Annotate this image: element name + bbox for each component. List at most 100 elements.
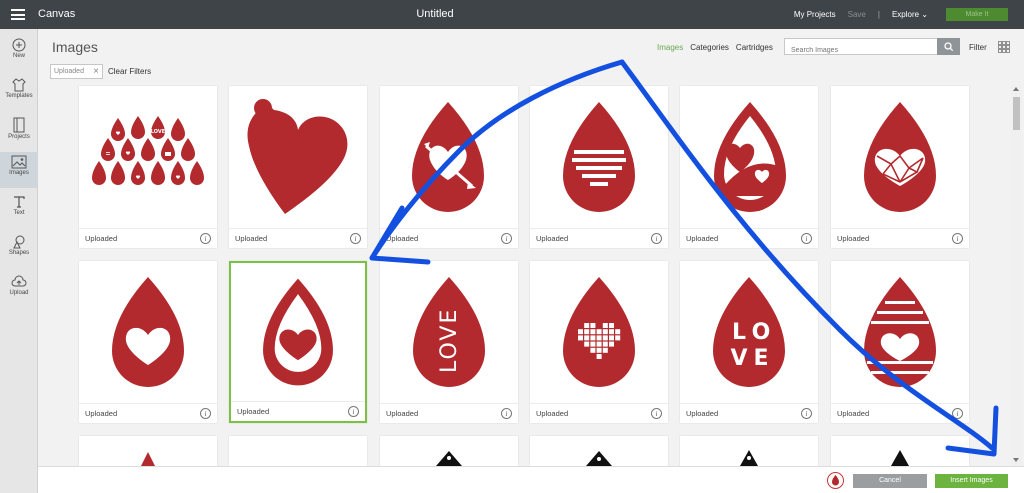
black-tag-partial-image: [586, 451, 612, 466]
teardrop-collage-image: LOVE: [92, 116, 204, 185]
teardrop-mosaic-heart-image: [864, 102, 936, 212]
make-it-button[interactable]: Make It: [946, 8, 1008, 21]
image-card[interactable]: [380, 436, 518, 466]
pixel-square: [584, 323, 590, 328]
sidebar-item-label: Templates: [5, 93, 33, 99]
image-card[interactable]: L O V E Uploaded i: [680, 261, 818, 423]
love-letter-e: E: [753, 346, 768, 371]
info-icon[interactable]: i: [200, 233, 211, 244]
filter-chip-label: Uploaded: [54, 68, 84, 75]
pixel-square: [596, 335, 602, 341]
grid-view-icon[interactable]: [998, 41, 1010, 53]
sidebar-item-label: Text: [13, 210, 25, 216]
image-card[interactable]: [680, 436, 818, 466]
pixel-square: [596, 329, 602, 335]
teardrop-stripes-heart-image: [864, 277, 936, 387]
info-icon[interactable]: i: [651, 408, 662, 419]
image-card[interactable]: Uploaded i: [680, 86, 818, 248]
info-icon[interactable]: i: [801, 408, 812, 419]
image-card[interactable]: Uploaded i: [380, 86, 518, 248]
sidebar-item-images[interactable]: Images: [0, 152, 38, 188]
love-letter-o: O: [752, 320, 771, 345]
pixel-square: [590, 323, 596, 328]
black-tag-partial-image: [891, 450, 909, 466]
search-icon: [944, 42, 954, 52]
tab-cartridges[interactable]: Cartridges: [736, 43, 773, 52]
footer-bar: Cancel Insert Images: [38, 466, 1024, 493]
clear-filters-link[interactable]: Clear Filters: [108, 67, 151, 76]
teardrop-heart-image: [112, 277, 184, 387]
divider: |: [877, 10, 880, 19]
info-icon[interactable]: i: [348, 406, 359, 417]
pixel-square: [615, 329, 621, 335]
insert-images-button[interactable]: Insert Images: [935, 474, 1008, 488]
save-button[interactable]: Save: [848, 10, 866, 19]
info-icon[interactable]: i: [501, 233, 512, 244]
search-box: [784, 38, 960, 58]
search-input[interactable]: [785, 43, 935, 58]
card-label: Uploaded: [536, 409, 569, 418]
info-icon[interactable]: i: [952, 233, 963, 244]
image-card[interactable]: [79, 436, 217, 466]
plus-icon: [12, 38, 26, 52]
explore-menu[interactable]: Explore ⌄: [892, 10, 928, 19]
info-icon[interactable]: i: [651, 233, 662, 244]
my-projects-link[interactable]: My Projects: [794, 10, 836, 19]
card-label: Uploaded: [386, 409, 419, 418]
scrollbar[interactable]: [1011, 85, 1022, 466]
sidebar-item-text[interactable]: Text: [0, 192, 38, 228]
pixel-square: [609, 335, 614, 341]
sidebar-item-new[interactable]: New: [0, 35, 38, 71]
image-card[interactable]: Uploaded i: [831, 261, 969, 423]
image-card-selected[interactable]: Uploaded i: [229, 261, 367, 423]
teardrop-arrow-heart-image: [412, 102, 484, 212]
info-icon[interactable]: i: [952, 408, 963, 419]
image-card[interactable]: LOVE Uploaded i: [79, 86, 217, 248]
image-card[interactable]: Uploaded i: [530, 261, 668, 423]
scroll-up-icon[interactable]: [1013, 87, 1019, 91]
scrollbar-thumb[interactable]: [1013, 97, 1020, 130]
sidebar-item-shapes[interactable]: Shapes: [0, 232, 38, 268]
pixel-square: [584, 329, 590, 335]
card-label: Uploaded: [536, 234, 569, 243]
sidebar-item-templates[interactable]: Templates: [0, 75, 38, 111]
image-card[interactable]: Uploaded i: [229, 86, 367, 248]
filter-button[interactable]: Filter: [969, 43, 987, 52]
teardrop-love-vertical-image: LOVE: [413, 277, 485, 387]
pixel-square: [615, 335, 621, 341]
close-icon[interactable]: ×: [93, 65, 99, 78]
scroll-down-icon[interactable]: [1013, 458, 1019, 462]
image-card[interactable]: Uploaded i: [530, 86, 668, 248]
pixel-square: [590, 329, 596, 335]
document-title[interactable]: Untitled: [0, 8, 870, 20]
image-card[interactable]: LOVE Uploaded i: [380, 261, 518, 423]
image-icon: [11, 155, 27, 169]
info-icon[interactable]: i: [501, 408, 512, 419]
image-source-tabs: Images Categories Cartridges: [657, 43, 773, 52]
card-label: Uploaded: [386, 234, 419, 243]
pixel-square: [578, 335, 583, 341]
sidebar-item-projects[interactable]: Projects: [0, 114, 38, 150]
uploaded-filter-chip[interactable]: Uploaded ×: [50, 64, 103, 79]
card-label: Uploaded: [686, 409, 719, 418]
search-button[interactable]: [937, 38, 960, 55]
teardrop-striped-heart-image: [563, 102, 635, 212]
image-card[interactable]: Uploaded i: [831, 86, 969, 248]
info-icon[interactable]: i: [350, 233, 361, 244]
image-card[interactable]: Uploaded i: [79, 261, 217, 423]
card-label: Uploaded: [686, 234, 719, 243]
pixel-square: [602, 347, 608, 353]
info-icon[interactable]: i: [200, 408, 211, 419]
pixel-square: [596, 347, 602, 353]
pixel-square: [584, 341, 590, 347]
projects-icon: [13, 117, 25, 133]
tab-images[interactable]: Images: [657, 43, 683, 52]
image-card[interactable]: [831, 436, 969, 466]
image-card[interactable]: [530, 436, 668, 466]
info-icon[interactable]: i: [801, 233, 812, 244]
teardrop-love-block-image: L O V E: [713, 277, 785, 387]
cancel-button[interactable]: Cancel: [853, 474, 927, 488]
sidebar-item-upload[interactable]: Upload: [0, 272, 38, 308]
image-card[interactable]: [229, 436, 367, 466]
tab-categories[interactable]: Categories: [690, 43, 729, 52]
